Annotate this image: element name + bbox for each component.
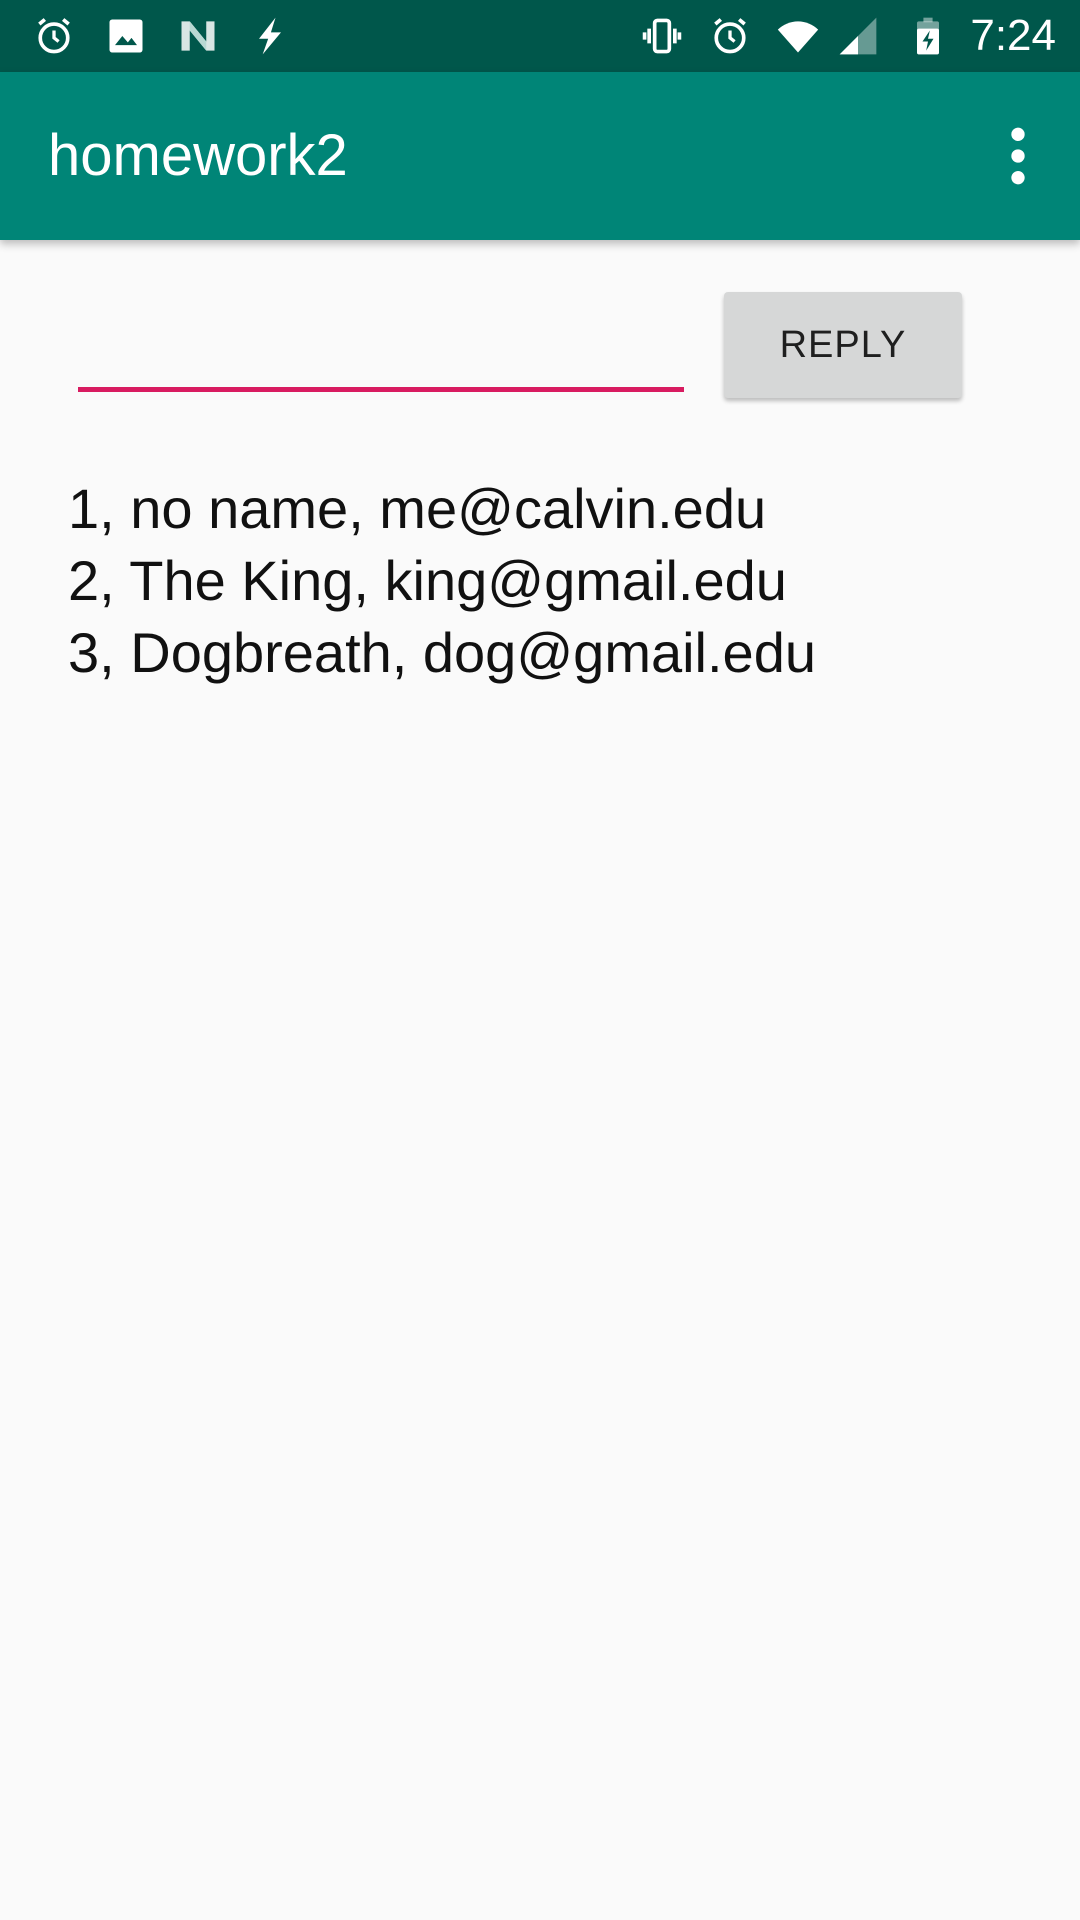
reply-input[interactable] [78, 300, 684, 392]
status-bar: 7:24 [0, 0, 1080, 72]
cell-signal-icon [836, 14, 880, 58]
n-logo-icon [176, 14, 220, 58]
list-item: 3, Dogbreath, dog@gmail.edu [68, 621, 816, 684]
results-list: 1, no name, me@calvin.edu 2, The King, k… [68, 473, 1028, 689]
overflow-menu-button[interactable] [978, 116, 1058, 196]
alarm-icon [32, 14, 76, 58]
list-item: 2, The King, king@gmail.edu [68, 549, 787, 612]
more-vert-icon [1011, 127, 1025, 185]
screen: 7:24 homework2 REPLY 1, no name, me@calv… [0, 0, 1080, 1920]
reply-button[interactable]: REPLY [724, 292, 962, 398]
app-title: homework2 [48, 123, 348, 188]
vibrate-icon [640, 14, 684, 58]
battery-charging-icon [906, 14, 950, 58]
alarm-icon-right [708, 14, 752, 58]
status-time: 7:24 [970, 11, 1056, 60]
flash-icon [248, 14, 292, 58]
wifi-icon [776, 14, 820, 58]
image-icon [104, 14, 148, 58]
app-bar: homework2 [0, 72, 1080, 240]
list-item: 1, no name, me@calvin.edu [68, 477, 767, 540]
